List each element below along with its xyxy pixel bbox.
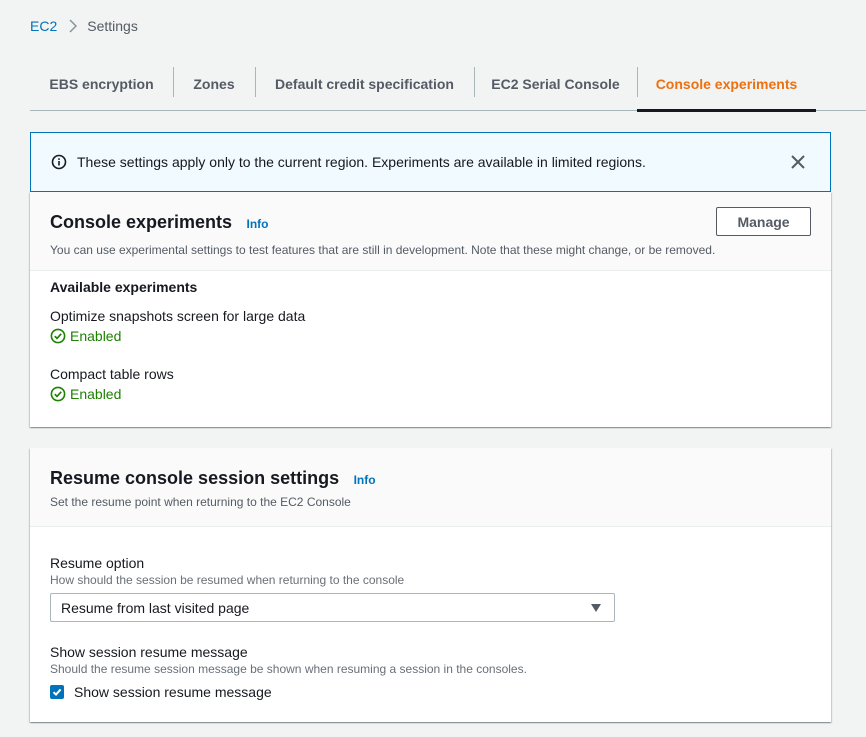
- status-indicator: Enabled: [50, 328, 811, 344]
- experiments-list: Available experiments Optimize snapshots…: [30, 271, 831, 402]
- tab-label: EC2 Serial Console: [491, 75, 620, 92]
- select-value: Resume from last visited page: [61, 599, 250, 616]
- resume-form: Resume option How should the session be …: [30, 527, 831, 700]
- status-text: Enabled: [70, 386, 122, 402]
- tab-label: Default credit specification: [275, 75, 454, 92]
- caret-down-icon: [590, 603, 602, 613]
- console-experiments-panel: Console experiments Info Manage You can …: [30, 192, 831, 427]
- field-label: Show session resume message: [50, 644, 248, 660]
- resume-option-field: Resume option How should the session be …: [50, 555, 811, 622]
- info-link[interactable]: Info: [354, 473, 376, 487]
- tab-label: EBS encryption: [49, 75, 154, 92]
- status-indicator: Enabled: [50, 386, 811, 402]
- tab-ebs-encryption[interactable]: EBS encryption: [30, 56, 173, 111]
- tab-label: Console experiments: [655, 75, 798, 92]
- resume-option-select[interactable]: Resume from last visited page: [50, 593, 615, 622]
- status-text: Enabled: [70, 328, 122, 344]
- breadcrumb-ec2-link[interactable]: EC2: [30, 18, 57, 34]
- checkbox-checked-icon[interactable]: [50, 685, 64, 699]
- field-label: Resume option: [50, 555, 145, 571]
- experiment-name: Compact table rows: [50, 366, 174, 382]
- check-circle-icon: [50, 386, 66, 402]
- info-link[interactable]: Info: [247, 217, 269, 231]
- checkbox-label: Show session resume message: [74, 684, 272, 700]
- experiment-item: Compact table rows Enabled: [50, 366, 811, 402]
- experiment-item: Optimize snapshots screen for large data…: [50, 308, 811, 344]
- tab-default-credit-specification[interactable]: Default credit specification: [255, 56, 474, 111]
- settings-tabs: EBS encryption Zones Default credit spec…: [30, 56, 866, 112]
- info-flashbar: These settings apply only to the current…: [30, 132, 831, 192]
- tab-console-experiments[interactable]: Console experiments: [637, 56, 816, 112]
- panel-title: Console experiments: [50, 212, 233, 232]
- resume-session-panel: Resume console session settings Info Set…: [30, 448, 831, 722]
- panel-header: Resume console session settings Info Set…: [30, 448, 831, 527]
- field-description: How should the session be resumed when r…: [50, 573, 405, 587]
- close-icon[interactable]: [788, 152, 808, 172]
- panel-title: Resume console session settings: [50, 468, 340, 488]
- flash-message: These settings apply only to the current…: [77, 154, 646, 170]
- manage-button[interactable]: Manage: [716, 207, 811, 236]
- chevron-right-icon: [69, 19, 78, 33]
- show-resume-message-checkbox[interactable]: Show session resume message: [50, 684, 811, 700]
- panel-description: Set the resume point when returning to t…: [50, 495, 351, 509]
- experiment-name: Optimize snapshots screen for large data: [50, 308, 306, 324]
- field-description: Should the resume session message be sho…: [50, 662, 527, 676]
- info-circle-icon: [51, 154, 67, 170]
- tab-label: Zones: [193, 75, 235, 92]
- panel-description: You can use experimental settings to tes…: [50, 243, 716, 257]
- tab-ec2-serial-console[interactable]: EC2 Serial Console: [474, 56, 637, 111]
- panel-header: Console experiments Info Manage You can …: [30, 192, 831, 271]
- experiments-heading: Available experiments: [50, 279, 198, 295]
- session-message-field: Show session resume message Should the r…: [50, 644, 811, 700]
- tab-zones[interactable]: Zones: [173, 56, 255, 111]
- check-circle-icon: [50, 328, 66, 344]
- breadcrumb: EC2 Settings: [30, 18, 138, 34]
- breadcrumb-current: Settings: [87, 18, 138, 34]
